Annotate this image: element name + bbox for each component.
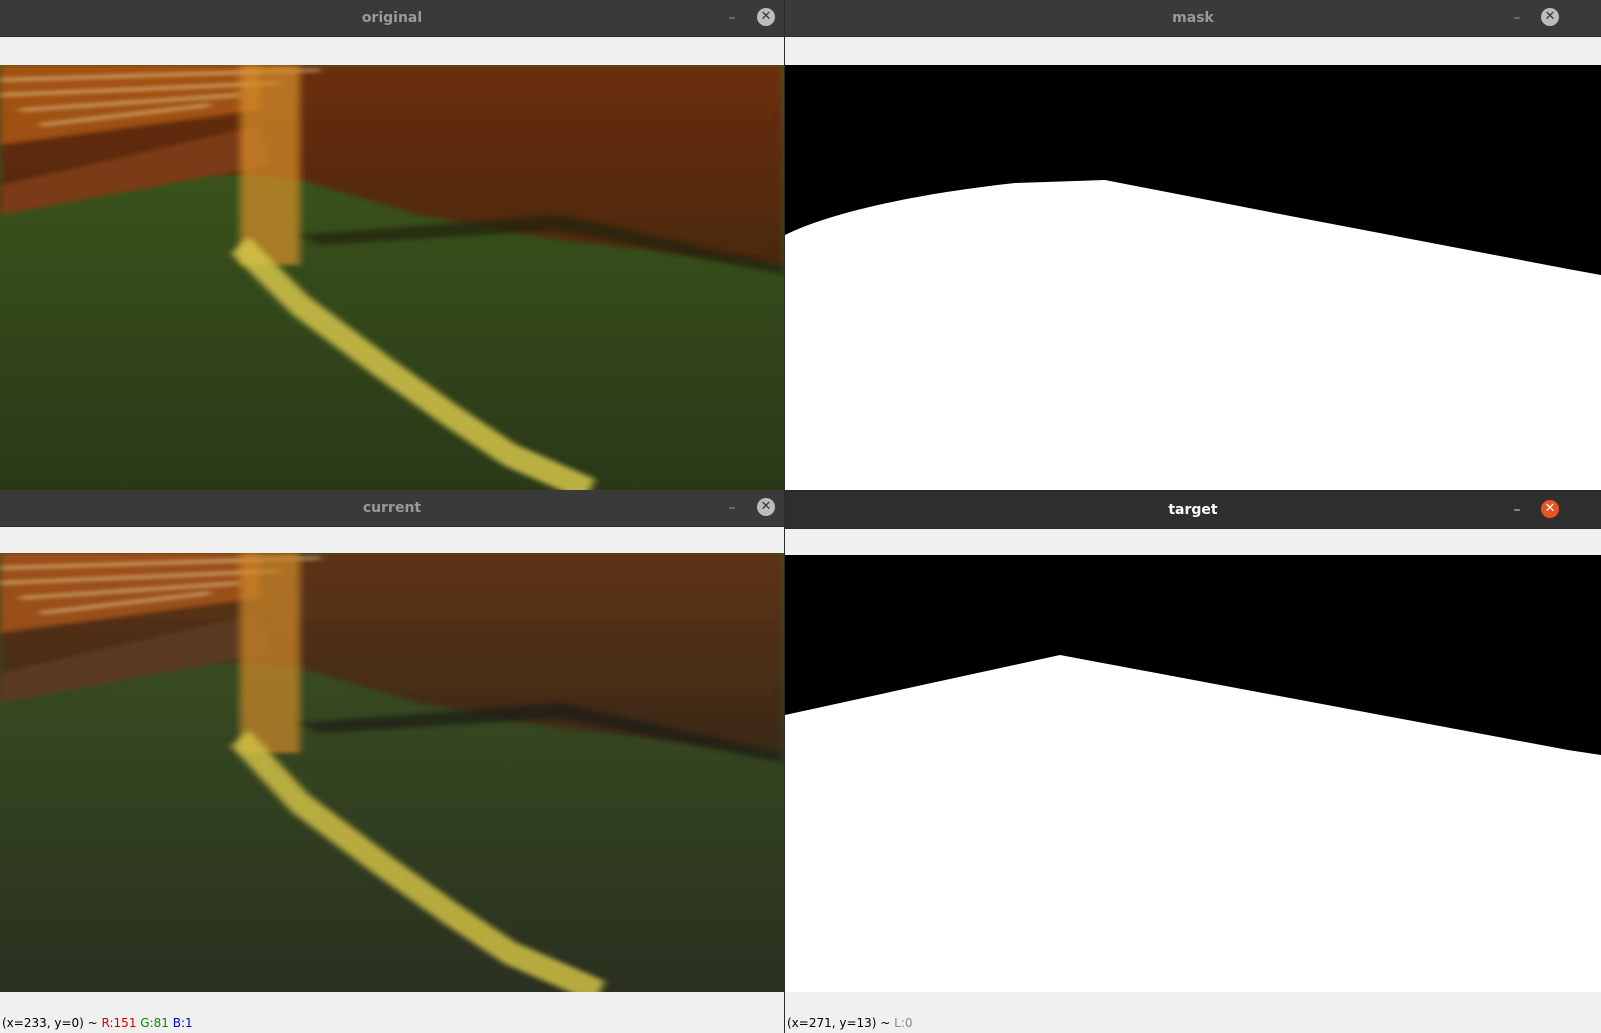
minimize-icon[interactable]: – (724, 500, 740, 516)
toolbar (785, 37, 1601, 65)
window-current[interactable]: current – ✕ (x=233, y=0) ~ R:151 G:81 B:… (0, 490, 784, 1033)
window-title: current (362, 500, 422, 516)
titlebar-current[interactable]: current – ✕ (0, 490, 784, 527)
status-red-value: R:151 (101, 1016, 137, 1030)
close-icon[interactable]: ✕ (757, 498, 775, 516)
close-icon[interactable]: ✕ (1541, 8, 1559, 26)
titlebar-mask[interactable]: mask – ✕ (785, 0, 1601, 37)
status-coords: (x=233, y=0) ~ (2, 1016, 102, 1030)
mask-image (785, 180, 1601, 490)
status-coords: (x=271, y=13) ~ (787, 1016, 895, 1030)
image-canvas-current[interactable] (0, 553, 784, 992)
titlebar-original[interactable]: original – ✕ (0, 0, 784, 37)
window-title: original (361, 10, 423, 26)
close-icon[interactable]: ✕ (757, 8, 775, 26)
image-canvas-target[interactable] (785, 555, 1601, 992)
window-target[interactable]: target – ✕ (x=271, y=13) ~ L:0 (785, 492, 1601, 1033)
image-canvas-original[interactable] (0, 65, 784, 490)
road-photo (0, 553, 784, 992)
toolbar (0, 527, 784, 555)
titlebar-target[interactable]: target – ✕ (785, 492, 1601, 529)
status-green-value: G:81 (140, 1016, 169, 1030)
window-title: target (1168, 502, 1218, 518)
status-bar: (x=233, y=0) ~ R:151 G:81 B:1 (0, 1013, 784, 1033)
road-photo (0, 65, 784, 490)
toolbar (785, 529, 1601, 557)
status-luminance-value: L:0 (894, 1016, 913, 1030)
image-canvas-mask[interactable] (785, 65, 1601, 490)
window-title: mask (1172, 10, 1214, 26)
minimize-icon[interactable]: – (1509, 10, 1525, 26)
status-bar: (x=271, y=13) ~ L:0 (785, 1013, 1601, 1033)
window-mask[interactable]: mask – ✕ (785, 0, 1601, 490)
close-icon[interactable]: ✕ (1541, 500, 1559, 518)
minimize-icon[interactable]: – (1509, 502, 1525, 518)
minimize-icon[interactable]: – (724, 10, 740, 26)
target-mask-image (785, 655, 1601, 992)
status-blue-value: B:1 (172, 1016, 193, 1030)
toolbar (0, 37, 784, 65)
window-original[interactable]: original – ✕ (0, 0, 784, 490)
